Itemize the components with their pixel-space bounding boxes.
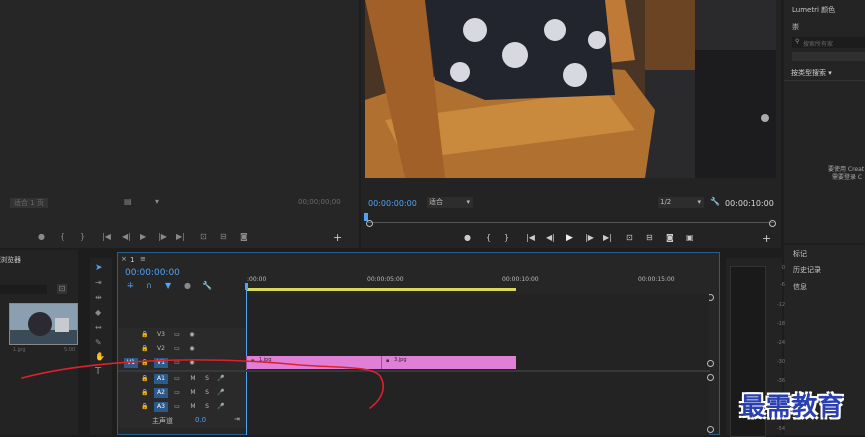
red-annotation-arrow	[21, 359, 384, 409]
watermark-text: 最需教育	[740, 392, 845, 421]
